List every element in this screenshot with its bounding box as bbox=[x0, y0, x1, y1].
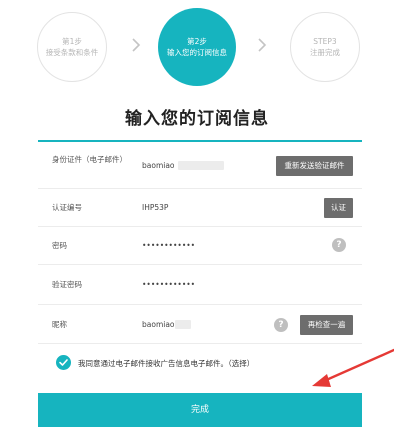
redaction-mask bbox=[178, 161, 224, 170]
chevron-right-icon bbox=[130, 38, 142, 52]
verify-code-label: 认证编号 bbox=[52, 203, 82, 212]
subscription-form: 身份证件（电子邮件） baomiao 重新发送验证邮件 认证编号 IHP53P … bbox=[38, 140, 362, 344]
step-2-label: 第2步 bbox=[187, 37, 207, 46]
page-title: 输入您的订阅信息 bbox=[125, 109, 269, 129]
verify-button[interactable]: 认证 bbox=[324, 198, 353, 218]
nickname-row: 昵称 baomiao ? 再检查一遍 bbox=[38, 305, 362, 344]
verify-code-row: 认证编号 IHP53P 认证 bbox=[38, 189, 362, 227]
resend-verification-button[interactable]: 重新发送验证邮件 bbox=[276, 156, 353, 176]
confirm-password-row: 验证密码 •••••••••••• bbox=[38, 265, 362, 305]
step-1-label: 第1步 bbox=[62, 37, 82, 46]
chevron-right-icon bbox=[256, 38, 268, 52]
nickname-label: 昵称 bbox=[52, 320, 67, 329]
email-field[interactable]: baomiao bbox=[142, 161, 175, 170]
agreement-row: 我同意通过电子邮件接收广告信息电子邮件。（选择） bbox=[56, 355, 376, 371]
email-label: 身份证件（电子邮件） bbox=[52, 155, 127, 164]
email-row: 身份证件（电子邮件） baomiao 重新发送验证邮件 bbox=[38, 142, 362, 189]
nickname-field[interactable]: baomiao bbox=[142, 320, 175, 329]
step-indicator: 第1步 接受条款和条件 第2步 输入您的订阅信息 STEP3 注册完成 bbox=[0, 0, 394, 100]
confirm-password-label: 验证密码 bbox=[52, 280, 82, 289]
redaction-mask bbox=[175, 320, 191, 329]
password-field[interactable]: •••••••••••• bbox=[142, 241, 195, 250]
help-icon[interactable]: ? bbox=[274, 318, 288, 332]
step-1-desc: 接受条款和条件 bbox=[45, 48, 99, 57]
verify-code-field[interactable]: IHP53P bbox=[142, 203, 168, 212]
step-1: 第1步 接受条款和条件 bbox=[37, 12, 107, 82]
step-3-label: STEP3 bbox=[313, 37, 337, 46]
step-3: STEP3 注册完成 bbox=[290, 12, 360, 82]
password-label: 密码 bbox=[52, 241, 67, 250]
confirm-password-field[interactable]: •••••••••••• bbox=[142, 280, 195, 289]
agree-checkbox[interactable] bbox=[56, 355, 71, 370]
help-icon[interactable]: ? bbox=[332, 238, 346, 252]
recheck-button[interactable]: 再检查一遍 bbox=[300, 315, 353, 335]
agreement-text: 我同意通过电子邮件接收广告信息电子邮件。（选择） bbox=[78, 359, 255, 368]
step-3-desc: 注册完成 bbox=[310, 48, 340, 57]
step-2: 第2步 输入您的订阅信息 bbox=[158, 8, 236, 86]
complete-button[interactable]: 完成 bbox=[38, 393, 362, 427]
checkmark-icon bbox=[59, 359, 68, 366]
password-row: 密码 •••••••••••• ? bbox=[38, 227, 362, 265]
step-2-desc: 输入您的订阅信息 bbox=[167, 48, 227, 57]
